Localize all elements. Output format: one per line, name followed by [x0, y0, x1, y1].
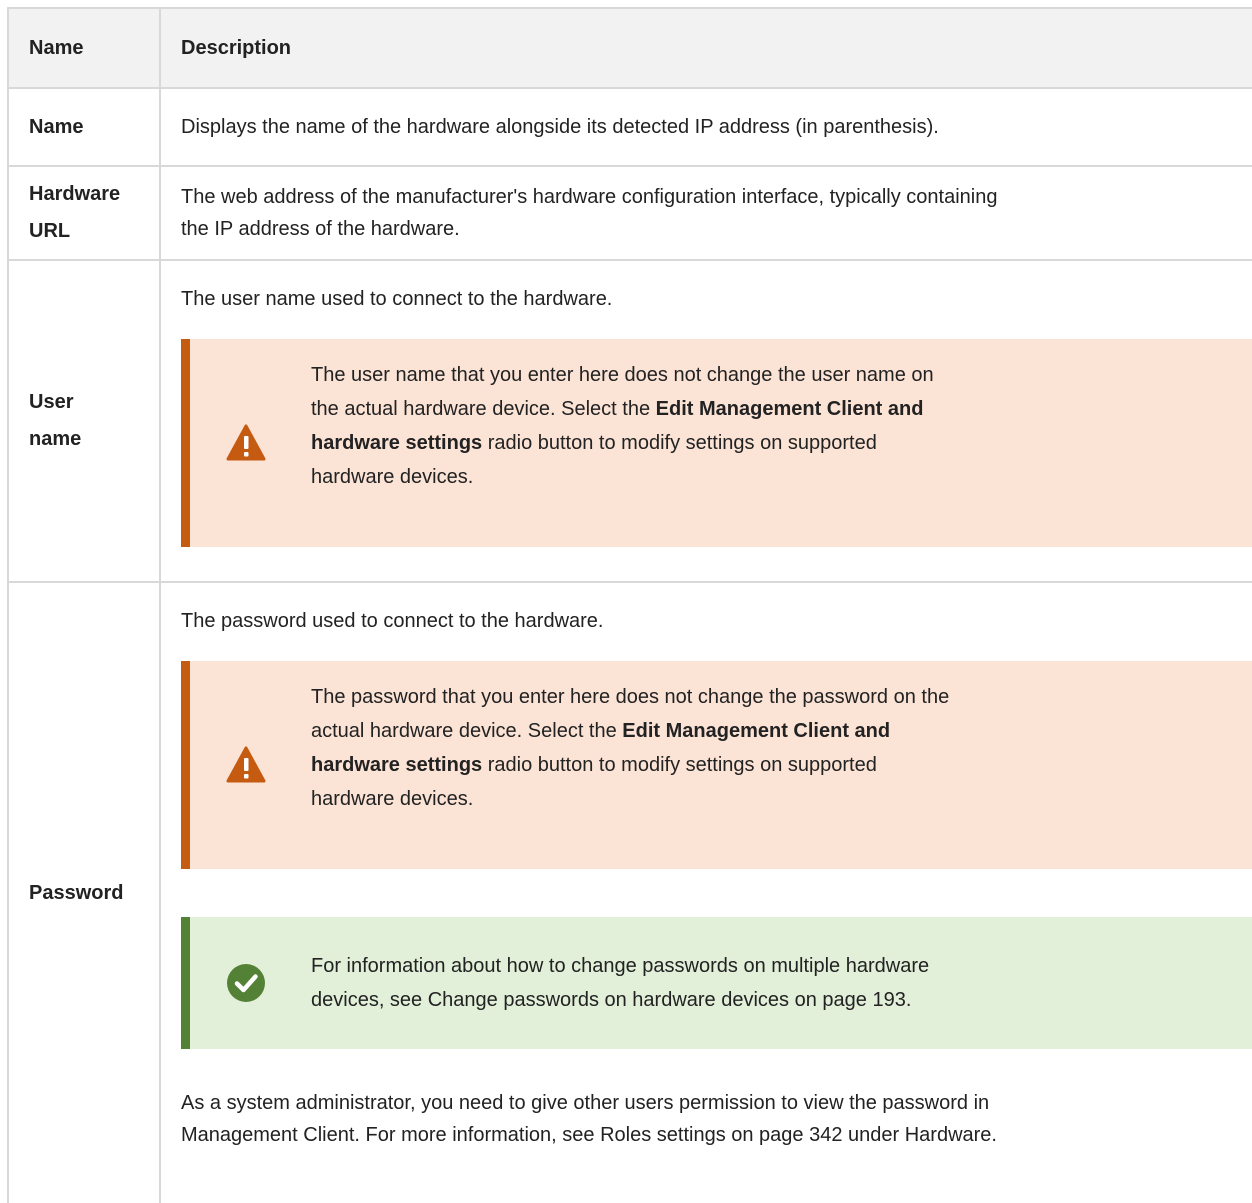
- table-row: User name The user name used to connect …: [7, 261, 1252, 583]
- row-name: Hardware URL: [7, 167, 161, 259]
- table-row: Password The password used to connect to…: [7, 583, 1252, 1203]
- checkmark-circle-icon: [227, 964, 265, 1002]
- warning-line: The password that you enter here does no…: [311, 686, 950, 708]
- warning-text-span: actual hardware device. Select the: [311, 720, 623, 742]
- warning-line: hardware settings radio button to modify…: [311, 748, 1111, 782]
- warning-line: the actual hardware device. Select the E…: [311, 392, 1111, 426]
- table-header: Name Description: [7, 7, 1252, 89]
- ui-reference: Edit Management Client and: [655, 398, 924, 420]
- ui-reference: Edit Management Client and: [622, 720, 891, 742]
- warning-line: hardware devices.: [311, 788, 474, 810]
- ui-reference: hardware settings: [311, 754, 483, 776]
- tip-text: For information about how to change pass…: [311, 917, 1111, 1017]
- warning-line: hardware devices.: [311, 466, 474, 488]
- row-name-line: Hardware: [29, 183, 121, 205]
- description-line: the IP address of the hardware.: [181, 218, 460, 240]
- warning-text-span: the actual hardware device. Select the: [311, 398, 656, 420]
- tip-callout: For information about how to change pass…: [181, 917, 1252, 1049]
- table-row: Hardware URL The web address of the manu…: [7, 167, 1252, 261]
- footer-line: Management Client. For more information,…: [181, 1124, 997, 1146]
- warning-text: The password that you enter here does no…: [311, 661, 1111, 816]
- row-name-line: name: [29, 428, 82, 450]
- description-text: The password used to connect to the hard…: [181, 610, 604, 632]
- ui-reference: hardware settings: [311, 432, 483, 454]
- warning-text-span: radio button to modify settings on suppo…: [482, 754, 877, 776]
- warning-line: hardware settings radio button to modify…: [311, 426, 1111, 460]
- row-description: The user name used to connect to the har…: [161, 261, 1252, 581]
- row-name-line: User: [29, 391, 74, 413]
- properties-table: Name Description Name Displays the name …: [7, 7, 1252, 1203]
- row-name-line: URL: [29, 220, 71, 242]
- warning-callout: The password that you enter here does no…: [181, 661, 1252, 869]
- header-name: Name: [7, 9, 161, 87]
- warning-triangle-icon: [226, 746, 266, 783]
- footer-note: As a system administrator, you need to g…: [181, 1087, 1252, 1151]
- warning-text: The user name that you enter here does n…: [311, 339, 1111, 494]
- row-description: The web address of the manufacturer's ha…: [161, 167, 1252, 259]
- warning-text-span: radio button to modify settings on suppo…: [482, 432, 877, 454]
- row-name: Name: [7, 89, 161, 165]
- row-name: User name: [7, 261, 161, 581]
- description-text: The user name used to connect to the har…: [181, 288, 613, 310]
- warning-line: The user name that you enter here does n…: [311, 364, 934, 386]
- header-description: Description: [181, 37, 292, 59]
- row-description: Displays the name of the hardware alongs…: [161, 89, 1252, 165]
- description-line: The web address of the manufacturer's ha…: [181, 186, 998, 208]
- warning-callout: The user name that you enter here does n…: [181, 339, 1252, 547]
- warning-triangle-icon: [226, 424, 266, 461]
- row-description: The password used to connect to the hard…: [161, 583, 1252, 1203]
- tip-line: For information about how to change pass…: [311, 955, 930, 977]
- tip-line: devices, see Change passwords on hardwar…: [311, 989, 912, 1011]
- footer-line: As a system administrator, you need to g…: [181, 1092, 990, 1114]
- table-row: Name Displays the name of the hardware a…: [7, 89, 1252, 167]
- warning-line: actual hardware device. Select the Edit …: [311, 714, 1111, 748]
- row-name: Password: [7, 583, 161, 1203]
- description-text: Displays the name of the hardware alongs…: [181, 116, 939, 138]
